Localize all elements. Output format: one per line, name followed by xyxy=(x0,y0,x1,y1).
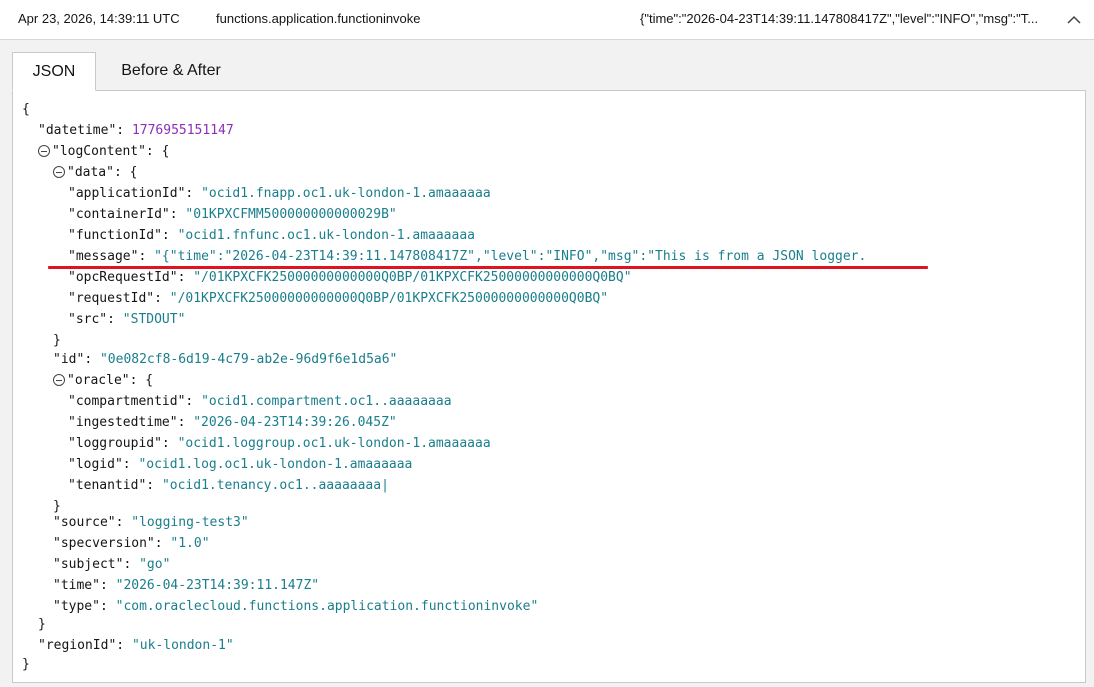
json-key: "regionId" xyxy=(38,638,117,653)
json-value: "ocid1.loggroup.oc1.uk-london-1.amaaaaaa xyxy=(177,436,491,451)
json-viewer: { "datetime": 1776955151147 "logContent"… xyxy=(12,90,1086,683)
json-key: "loggroupid" xyxy=(68,436,162,451)
json-line: } xyxy=(53,330,61,351)
json-value: "01KPXCFMM500000000000029B" xyxy=(185,207,397,222)
json-value: "ocid1.tenancy.oc1..aaaaaaaa| xyxy=(161,478,389,493)
json-line: "requestId": "/01KPXCFK25000000000000Q0B… xyxy=(68,291,609,306)
collapse-toggle-icon[interactable] xyxy=(53,374,65,386)
json-line: "tenantid": "ocid1.tenancy.oc1..aaaaaaaa… xyxy=(68,478,389,493)
json-line: "specversion": "1.0" xyxy=(53,536,210,551)
json-line: "id": "0e082cf8-6d19-4c79-ab2e-96d9f6e1d… xyxy=(53,352,398,367)
json-value: "2026-04-23T14:39:11.147Z" xyxy=(115,578,320,593)
json-key: "time" xyxy=(53,578,100,593)
json-line: "regionId": "uk-london-1" xyxy=(38,638,234,653)
json-value: "uk-london-1" xyxy=(131,638,234,653)
json-line: { xyxy=(22,99,30,120)
json-line: "time": "2026-04-23T14:39:11.147Z" xyxy=(53,578,320,593)
json-line: "data": { xyxy=(53,162,137,183)
json-key: "data" xyxy=(67,165,114,180)
tab-json[interactable]: JSON xyxy=(12,52,96,91)
json-value: "go" xyxy=(139,557,171,572)
json-key: "containerId" xyxy=(68,207,170,222)
json-line: "subject": "go" xyxy=(53,557,171,572)
json-value: "/01KPXCFK25000000000000Q0BP/01KPXCFK250… xyxy=(193,270,632,285)
json-key: "opcRequestId" xyxy=(68,270,178,285)
json-key: "ingestedtime" xyxy=(68,415,178,430)
highlight-underline xyxy=(48,266,928,269)
log-timestamp: Apr 23, 2026, 14:39:11 UTC xyxy=(18,11,180,26)
json-key: "logContent" xyxy=(52,144,146,159)
json-value: "ocid1.compartment.oc1..aaaaaaaa xyxy=(201,394,452,409)
collapse-toggle-icon[interactable] xyxy=(53,166,65,178)
collapse-toggle-icon[interactable] xyxy=(38,145,50,157)
json-key: "applicationId" xyxy=(68,186,186,201)
json-brace: } xyxy=(22,657,30,672)
json-key: "subject" xyxy=(53,557,124,572)
json-brace: { xyxy=(22,102,30,117)
json-key: "datetime" xyxy=(38,123,117,138)
json-value: "STDOUT" xyxy=(122,312,186,327)
json-line: "src": "STDOUT" xyxy=(68,312,186,327)
json-value: "{"time":"2026-04-23T14:39:11.147808417Z… xyxy=(154,249,867,264)
json-key: "src" xyxy=(68,312,108,327)
json-value: "com.oraclecloud.functions.application.f… xyxy=(115,599,539,614)
json-key: "oracle" xyxy=(67,373,130,388)
json-line: "compartmentid": "ocid1.compartment.oc1.… xyxy=(68,391,466,412)
log-entry-row[interactable]: Apr 23, 2026, 14:39:11 UTC functions.app… xyxy=(0,0,1094,40)
json-brace: } xyxy=(53,333,61,348)
json-value: 1776955151147 xyxy=(131,123,234,138)
json-line: "type": "com.oraclecloud.functions.appli… xyxy=(53,599,539,614)
json-key: "type" xyxy=(53,599,100,614)
json-line: "source": "logging-test3" xyxy=(53,515,249,530)
tab-before-after[interactable]: Before & After xyxy=(106,52,236,91)
json-brace: } xyxy=(38,617,46,632)
json-line: "datetime": 1776955151147 xyxy=(38,123,234,138)
json-key: "message" xyxy=(68,249,139,264)
json-key: "source" xyxy=(53,515,116,530)
json-key: "tenantid" xyxy=(68,478,147,493)
json-value: "1.0" xyxy=(170,536,210,551)
json-value: "2026-04-23T14:39:26.045Z" xyxy=(193,415,397,430)
json-value: "0e082cf8-6d19-4c79-ab2e-96d9f6e1d5a6" xyxy=(99,352,398,367)
log-details-panel: JSON Before & After { "datetime": 177695… xyxy=(10,47,1086,687)
json-value: "ocid1.fnfunc.oc1.uk-london-1.amaaaaaa xyxy=(177,228,475,243)
json-line: "message": "{"time":"2026-04-23T14:39:11… xyxy=(68,249,867,264)
json-line: "containerId": "01KPXCFMM500000000000029… xyxy=(68,207,397,222)
json-key: "id" xyxy=(53,352,85,367)
json-line: "ingestedtime": "2026-04-23T14:39:26.045… xyxy=(68,415,397,430)
json-key: "specversion" xyxy=(53,536,155,551)
json-line: "functionId": "ocid1.fnfunc.oc1.uk-londo… xyxy=(68,228,475,243)
json-value: "logging-test3" xyxy=(131,515,249,530)
log-type: functions.application.functioninvoke xyxy=(216,11,421,26)
json-line: } xyxy=(22,654,30,675)
json-value: "/01KPXCFK25000000000000Q0BP/01KPXCFK250… xyxy=(169,291,609,306)
json-line: "loggroupid": "ocid1.loggroup.oc1.uk-lon… xyxy=(68,436,491,451)
json-key: "compartmentid" xyxy=(68,394,186,409)
json-value: "ocid1.fnapp.oc1.uk-london-1.amaaaaaa xyxy=(201,186,491,201)
json-key: "logid" xyxy=(68,457,123,472)
json-line: "opcRequestId": "/01KPXCFK25000000000000… xyxy=(68,270,632,285)
json-line: "logid": "ocid1.log.oc1.uk-london-1.amaa… xyxy=(68,457,413,472)
json-key: "requestId" xyxy=(68,291,155,306)
json-line: "logContent": { xyxy=(38,141,169,162)
json-line: "oracle": { xyxy=(53,370,153,391)
json-value: "ocid1.log.oc1.uk-london-1.amaaaaaa xyxy=(138,457,413,472)
json-line: "applicationId": "ocid1.fnapp.oc1.uk-lon… xyxy=(68,183,515,204)
log-message-preview: {"time":"2026-04-23T14:39:11.147808417Z"… xyxy=(640,11,1039,26)
json-line: } xyxy=(38,614,46,635)
json-key: "functionId" xyxy=(68,228,162,243)
chevron-up-icon[interactable] xyxy=(1062,8,1086,32)
